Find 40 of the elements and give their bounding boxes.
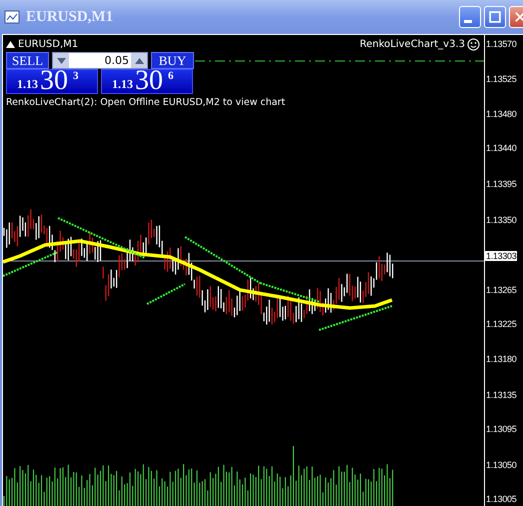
up-arrow-icon (134, 58, 144, 64)
price-fraction: 3 (73, 70, 78, 82)
status-message: RenkoLiveChart(2): Open Offline EURUSD,M2 to view chart (6, 97, 286, 108)
price-pips: 30 (135, 69, 163, 93)
maximize-icon (488, 10, 502, 24)
price-label: 1.13350 (486, 215, 516, 225)
indicator-label: RenkoLiveChart_v3.3 (360, 38, 465, 50)
price-label: 1.13135 (486, 390, 516, 400)
price-label: 1.13395 (486, 179, 516, 189)
price-label: 1.13570 (486, 39, 516, 49)
lot-value: 0.05 (104, 54, 130, 67)
window-title: EURUSD,M1 (26, 8, 114, 26)
price-label: 1.13225 (486, 319, 516, 329)
lot-size-field[interactable]: 0.05 (52, 52, 148, 69)
price-prefix: 1.13 (16, 77, 39, 93)
price-label: 1.13050 (486, 460, 516, 470)
current-price-label: 1.13303 (485, 251, 518, 261)
price-label: 1.13180 (486, 354, 516, 364)
smiley-icon (467, 38, 480, 50)
decrease-button[interactable] (53, 53, 69, 68)
price-fraction: 6 (168, 70, 174, 82)
minimize-button[interactable] (459, 6, 481, 28)
sell-button[interactable]: SELL (6, 52, 49, 69)
minimize-icon (464, 20, 472, 23)
price-label: 1.13095 (486, 424, 516, 434)
price-label: 1.13480 (486, 109, 516, 119)
price-label: 1.13005 (486, 494, 516, 504)
down-arrow-icon (56, 58, 66, 64)
increase-button[interactable] (131, 53, 147, 68)
symbol-label: EURUSD,M1 (6, 38, 360, 50)
price-prefix: 1.13 (111, 77, 134, 93)
price-pips: 30 (40, 69, 68, 93)
close-icon (513, 10, 523, 24)
buy-button[interactable]: BUY (151, 52, 194, 69)
price-label: 1.13265 (486, 285, 516, 295)
triangle-icon (6, 40, 15, 48)
price-label: 1.13525 (486, 74, 516, 84)
maximize-button[interactable] (484, 6, 506, 28)
chart-window-icon (4, 9, 20, 25)
price-label: 1.13440 (486, 143, 516, 153)
